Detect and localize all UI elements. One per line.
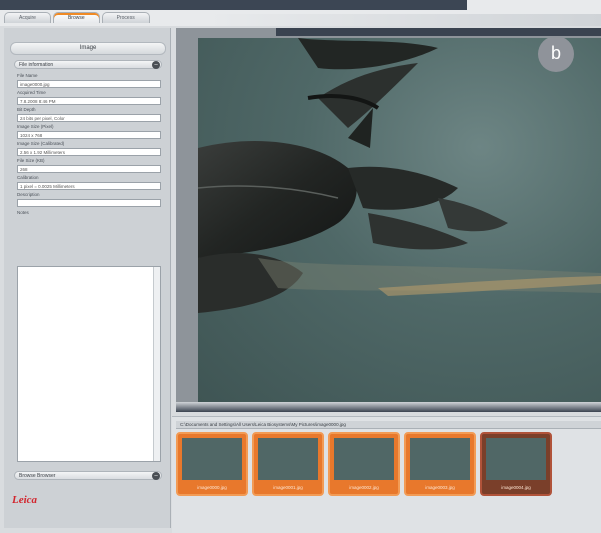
file-name-field[interactable]: image0000.jpg	[17, 80, 161, 88]
thumbnail-image	[334, 438, 394, 480]
acquired-time-field[interactable]: 7.8.2008 8:46 PM	[17, 97, 161, 105]
image-size-calibrated-field[interactable]: 2.56 x 1.92 Millimeters	[17, 148, 161, 156]
field-label-file-name: File Name	[17, 73, 38, 78]
thumbnail[interactable]: image0003.jpg	[404, 432, 476, 496]
file-size-field[interactable]: 268	[17, 165, 161, 173]
specimen-illustration	[198, 38, 601, 313]
field-label-image-size-pixel: Image Size (Pixel)	[17, 124, 54, 129]
thumbnail[interactable]: image0000.jpg	[176, 432, 248, 496]
field-label-calibration: Calibration	[17, 175, 39, 180]
file-information-header[interactable]: File information	[14, 60, 162, 69]
tab-browse[interactable]: Browse	[52, 12, 100, 23]
figure-label-badge: b	[538, 36, 574, 72]
tab-acquire[interactable]: Acquire	[4, 12, 51, 23]
notes-textarea[interactable]	[17, 266, 161, 462]
field-label-file-size: File Size (KB)	[17, 158, 45, 163]
section-title: File information	[19, 62, 54, 68]
thumbnail-image	[182, 438, 242, 480]
image-info-panel: Image File information – File Name image…	[4, 28, 171, 528]
thumbnail-label: image0004.jpg	[501, 485, 531, 490]
mode-tabs: Acquire Browse Process	[4, 12, 152, 26]
calibration-field[interactable]: 1 pixel = 0.0025 Millimeters	[17, 182, 161, 190]
circle-collapse-icon[interactable]: –	[152, 61, 160, 69]
top-bar-dark-strip	[0, 0, 467, 10]
viewer-top-band	[276, 28, 601, 36]
thumbnail-label: image0003.jpg	[425, 485, 455, 490]
thumbnail-label: image0000.jpg	[197, 485, 227, 490]
browser-navigator-header[interactable]: Browse Browser	[14, 471, 162, 480]
panel-title: Image	[10, 42, 166, 55]
notes-scrollbar[interactable]	[153, 267, 160, 461]
tab-process[interactable]: Process	[101, 12, 150, 23]
field-label-description: Description	[17, 192, 40, 197]
circle-collapse-icon[interactable]: –	[152, 472, 160, 480]
top-bar-gradient-strip	[205, 14, 601, 26]
thumbnail-label: image0002.jpg	[349, 485, 379, 490]
bit-depth-field[interactable]: 24 bits per pixel, Color	[17, 114, 161, 122]
field-label-bit-depth: Bit Depth	[17, 107, 36, 112]
navigator-label: Browse Browser	[19, 473, 56, 479]
thumbnail-selected[interactable]: image0004.jpg	[480, 432, 552, 496]
folder-path-bar[interactable]: C:\Documents and Settings\All Users\Leic…	[176, 421, 601, 429]
specimen-image[interactable]	[198, 38, 601, 402]
viewer-bottom-band	[176, 402, 601, 412]
field-label-acquired-time: Acquired Time	[17, 90, 46, 95]
thumbnail[interactable]: image0002.jpg	[328, 432, 400, 496]
thumbnail-image	[410, 438, 470, 480]
thumbnail-label: image0001.jpg	[273, 485, 303, 490]
thumbnail-image	[486, 438, 546, 480]
notes-label: Notes	[17, 210, 29, 215]
field-label-image-size-calibrated: Image Size (Calibrated)	[17, 141, 65, 146]
leica-logo: Leica	[12, 494, 38, 506]
thumbnail-image	[258, 438, 318, 480]
image-size-pixel-field[interactable]: 1024 x 768	[17, 131, 161, 139]
description-field[interactable]	[17, 199, 161, 207]
thumbnail[interactable]: image0001.jpg	[252, 432, 324, 496]
